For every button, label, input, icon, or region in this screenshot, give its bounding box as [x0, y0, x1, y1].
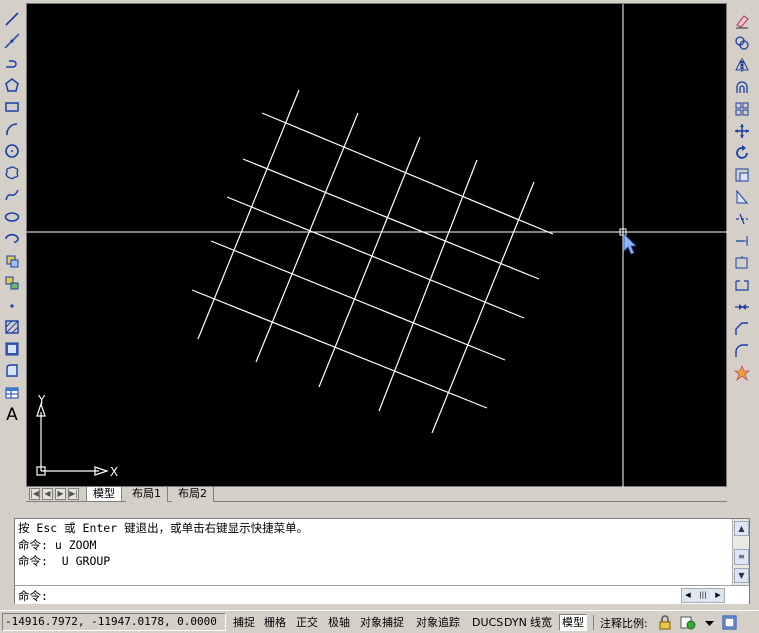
first-tab-button[interactable]: |◀ [29, 488, 40, 500]
drawing-line [242, 158, 540, 280]
status-menu-arrow-icon[interactable] [701, 614, 718, 631]
drawing-line [431, 181, 535, 434]
dyn-toggle[interactable]: DYN [501, 614, 530, 631]
command-history-line: 命令: U GROUP [18, 554, 111, 568]
arc-icon[interactable] [1, 118, 23, 140]
tab-layout2[interactable]: 布局2 [172, 487, 214, 502]
osnap-toggle[interactable]: 对象捕捉 [357, 614, 407, 631]
explode-icon[interactable] [731, 362, 753, 384]
command-prompt-row: 命令: ◀ ||| ▶ [15, 585, 749, 604]
point-icon[interactable] [1, 294, 23, 316]
prev-tab-button[interactable]: ◀ [42, 488, 53, 500]
ortho-toggle[interactable]: 正交 [293, 614, 321, 631]
scroll-down-icon[interactable]: ▼ [734, 568, 749, 583]
extend-icon[interactable] [731, 230, 753, 252]
autocad-window: A Y X |◀ ◀ ▶ ▶| 模型 布局1 布局2 按 Esc 或 Enter… [0, 0, 759, 633]
scale-icon[interactable] [731, 164, 753, 186]
drawing-line [378, 159, 478, 412]
lineweight-toggle[interactable]: 线宽 [527, 614, 555, 631]
make-block-icon[interactable] [1, 272, 23, 294]
layout-tab-bar: |◀ ◀ ▶ ▶| 模型 布局1 布局2 [26, 487, 727, 502]
coordinate-display[interactable]: -14916.7972, -11947.0178, 0.0000 [2, 613, 226, 631]
scroll-right-icon[interactable]: ▶ [712, 589, 724, 602]
scroll-thumb[interactable]: ||| [696, 589, 710, 602]
join-icon[interactable] [731, 296, 753, 318]
scroll-thumb[interactable]: ≡ [734, 549, 749, 565]
move-icon[interactable] [731, 120, 753, 142]
ucs-x-label: X [110, 465, 118, 479]
hatch-icon[interactable] [1, 316, 23, 338]
construction-line-icon[interactable] [1, 30, 23, 52]
line-icon[interactable] [1, 8, 23, 30]
drawing-line [197, 89, 300, 340]
annotation-scale-label: 注释比例: [600, 617, 648, 630]
drawing-line [210, 240, 506, 361]
drawing-line [255, 112, 359, 363]
tab-layout1[interactable]: 布局1 [126, 487, 168, 502]
modify-toolbar [730, 10, 754, 384]
model-space-toggle[interactable]: 模型 [559, 614, 587, 631]
annotation-visibility-icon[interactable] [679, 614, 696, 631]
command-history-line: 按 Esc 或 Enter 键退出，或单击右键显示快捷菜单。 [18, 521, 309, 535]
status-separator [593, 615, 594, 630]
rectangle-icon[interactable] [1, 96, 23, 118]
scroll-up-icon[interactable]: ▲ [734, 521, 749, 536]
mouse-pointer-icon [623, 233, 637, 255]
array-icon[interactable] [731, 98, 753, 120]
tab-model[interactable]: 模型 [86, 487, 122, 502]
scroll-left-icon[interactable]: ◀ [682, 589, 694, 602]
polar-toggle[interactable]: 极轴 [325, 614, 353, 631]
ucs-y-label: Y [37, 393, 46, 407]
drawing-canvas[interactable]: Y X [26, 3, 728, 488]
erase-icon[interactable] [731, 10, 753, 32]
rotate-icon[interactable] [731, 142, 753, 164]
command-window: 按 Esc 或 Enter 键退出，或单击右键显示快捷菜单。 命令: u ZOO… [14, 518, 750, 604]
copy-icon[interactable] [731, 32, 753, 54]
command-history-scrollbar[interactable]: ▲ ≡ ▼ [732, 519, 749, 585]
command-prompt-label: 命令: [18, 589, 48, 603]
text-icon: A [6, 405, 18, 425]
snap-toggle[interactable]: 捕捉 [230, 614, 258, 631]
drawing-geometry: Y X [27, 4, 728, 488]
drawing-line [226, 196, 525, 319]
drawing-line [261, 112, 554, 235]
grid-toggle[interactable]: 栅格 [261, 614, 289, 631]
draw-toolbar: A [0, 8, 24, 426]
ellipse-icon[interactable] [1, 206, 23, 228]
revision-cloud-icon[interactable] [1, 162, 23, 184]
spline-icon[interactable] [1, 184, 23, 206]
insert-block-icon[interactable] [1, 250, 23, 272]
ellipse-arc-icon[interactable] [1, 228, 23, 250]
drawing-line [318, 136, 421, 388]
clean-screen-icon[interactable] [721, 614, 738, 631]
otrack-toggle[interactable]: 对象追踪 [413, 614, 463, 631]
polygon-icon[interactable] [1, 74, 23, 96]
fillet-icon[interactable] [731, 340, 753, 362]
command-input[interactable] [57, 587, 657, 603]
text-tool-button[interactable]: A [1, 404, 23, 426]
next-tab-button[interactable]: ▶ [55, 488, 66, 500]
last-tab-button[interactable]: ▶| [68, 488, 79, 500]
break-icon[interactable] [731, 274, 753, 296]
command-history-line: 命令: u ZOOM [18, 538, 97, 552]
command-horizontal-scrollbar[interactable]: ◀ ||| ▶ [681, 588, 725, 603]
annotation-scale-lock-icon[interactable] [657, 614, 674, 631]
drawing-line [191, 289, 488, 409]
ucs-icon [36, 402, 109, 476]
region-icon[interactable] [1, 360, 23, 382]
mirror-icon[interactable] [731, 54, 753, 76]
trim-icon[interactable] [731, 208, 753, 230]
gradient-icon[interactable] [1, 338, 23, 360]
polyline-icon[interactable] [1, 52, 23, 74]
circle-icon[interactable] [1, 140, 23, 162]
offset-icon[interactable] [731, 76, 753, 98]
status-bar: -14916.7972, -11947.0178, 0.0000 捕捉 栅格 正… [0, 610, 759, 633]
crosshair-cursor [27, 4, 728, 488]
chamfer-icon[interactable] [731, 318, 753, 340]
stretch-icon[interactable] [731, 186, 753, 208]
table-icon[interactable] [1, 382, 23, 404]
break-at-point-icon[interactable] [731, 252, 753, 274]
